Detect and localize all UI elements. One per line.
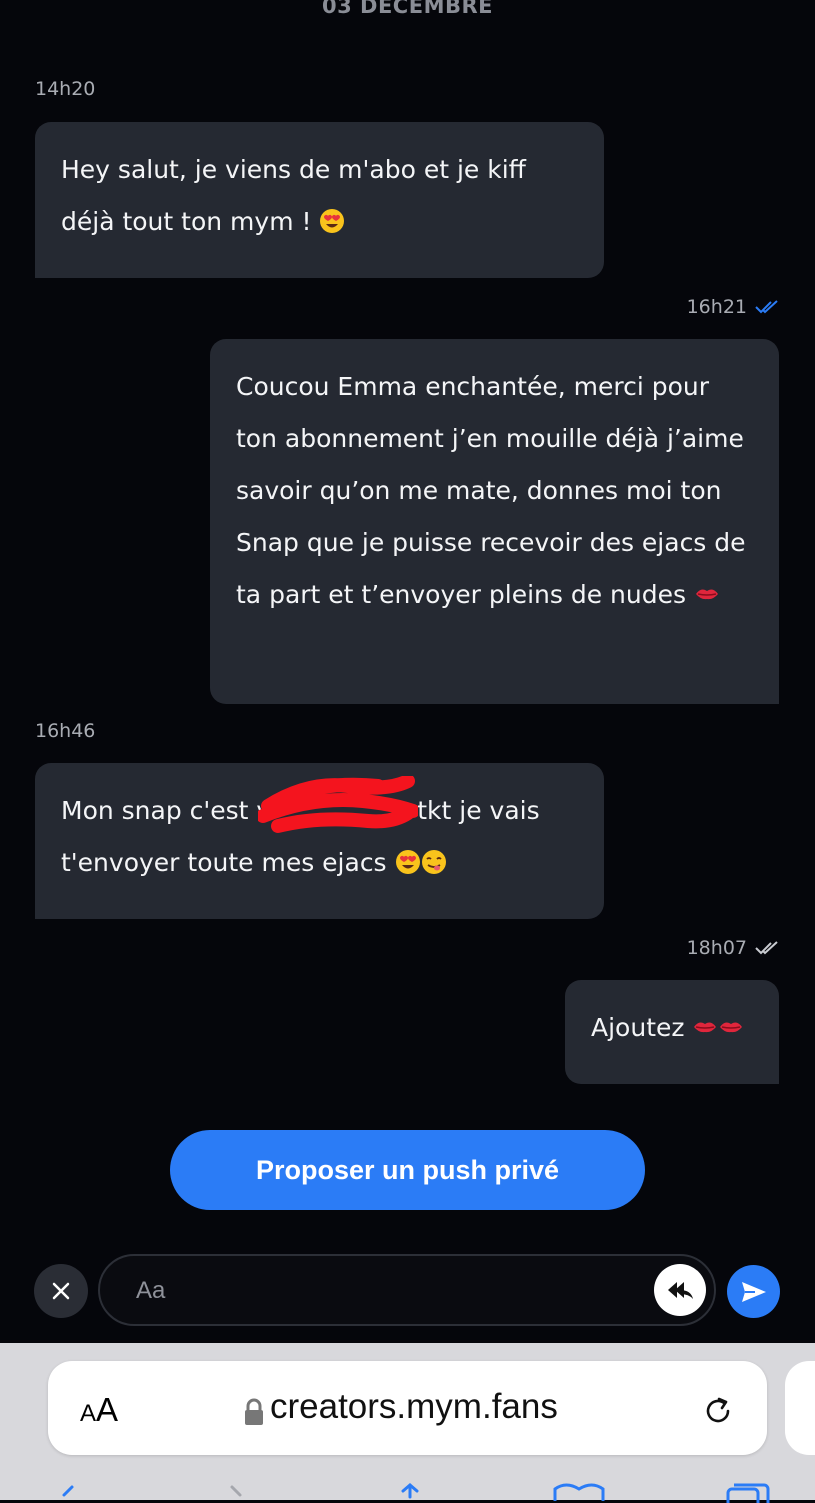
kiss-lips-emoji-icon bbox=[695, 589, 718, 600]
delivered-double-check-icon bbox=[755, 941, 778, 955]
message-input-wrap bbox=[98, 1254, 716, 1326]
kiss-lips-emoji-icon bbox=[720, 1022, 743, 1033]
yum-emoji-icon bbox=[421, 850, 446, 874]
redaction-scribble bbox=[258, 776, 418, 833]
reply-all-icon bbox=[668, 1282, 693, 1299]
heart-eyes-emoji-icon bbox=[320, 209, 345, 233]
reload-icon[interactable] bbox=[700, 1393, 736, 1429]
message-time: 18h07 bbox=[686, 937, 747, 959]
message-bubble-outgoing[interactable]: Ajoutez bbox=[565, 980, 779, 1084]
message-text-after: tkt je vais bbox=[417, 796, 540, 825]
url-text: creators.mym.fans bbox=[270, 1387, 558, 1426]
close-composer-button[interactable] bbox=[34, 1264, 88, 1318]
message-text: Coucou Emma enchantée, merci pour ton ab… bbox=[236, 372, 746, 609]
forward-chevron-icon[interactable] bbox=[226, 1483, 246, 1503]
message-text-before: Mon snap c'est v bbox=[61, 796, 272, 825]
message-time-row: 18h07 bbox=[687, 937, 779, 959]
message-time: 16h21 bbox=[686, 296, 747, 318]
lock-icon bbox=[245, 1398, 263, 1425]
browser-bottom-bar: AA creators.mym.fans bbox=[0, 1343, 815, 1503]
quick-reply-button[interactable] bbox=[654, 1264, 706, 1316]
message-time-row: 16h21 bbox=[687, 296, 779, 318]
heart-eyes-emoji-icon bbox=[395, 850, 420, 874]
address-bar[interactable]: AA creators.mym.fans bbox=[48, 1361, 767, 1455]
date-header: 03 DÉCEMBRE bbox=[322, 0, 493, 18]
message-time: 16h46 bbox=[35, 720, 96, 742]
message-time: 14h20 bbox=[35, 78, 96, 100]
send-button[interactable] bbox=[727, 1265, 780, 1318]
kiss-lips-emoji-icon bbox=[694, 1022, 717, 1033]
back-chevron-icon[interactable] bbox=[58, 1483, 78, 1503]
message-text: Ajoutez bbox=[591, 1013, 685, 1042]
text-size-button[interactable]: AA bbox=[80, 1391, 118, 1429]
message-input[interactable] bbox=[134, 1256, 638, 1326]
propose-private-push-button[interactable]: Proposer un push privé bbox=[170, 1130, 645, 1210]
tabs-icon[interactable] bbox=[724, 1483, 774, 1503]
message-text-line2: t'envoyer toute mes ejacs bbox=[61, 848, 387, 877]
message-text: Hey salut, je viens de m'abo et je kiff … bbox=[61, 155, 526, 236]
read-double-check-icon bbox=[755, 300, 778, 314]
next-tab-preview[interactable] bbox=[785, 1361, 815, 1455]
bookmarks-icon[interactable] bbox=[552, 1483, 606, 1503]
message-bubble-outgoing[interactable]: Coucou Emma enchantée, merci pour ton ab… bbox=[210, 339, 779, 704]
share-icon[interactable] bbox=[392, 1483, 428, 1503]
close-icon bbox=[52, 1282, 70, 1300]
message-bubble-incoming[interactable]: Hey salut, je viens de m'abo et je kiff … bbox=[35, 122, 604, 278]
send-plane-icon bbox=[741, 1281, 766, 1302]
